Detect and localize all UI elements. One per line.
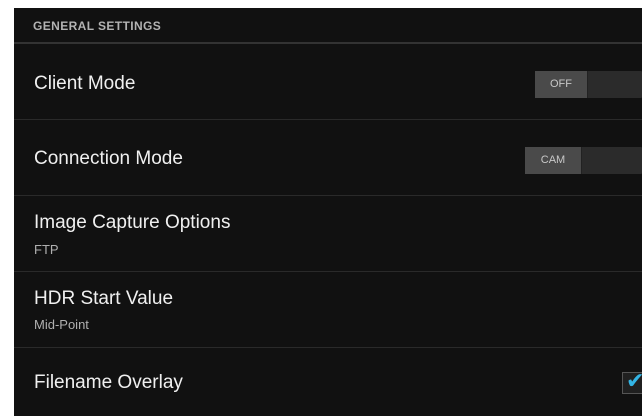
check-icon: ✔ <box>626 368 642 393</box>
settings-screen: GENERAL SETTINGS Client Mode OFF Connect… <box>14 8 642 416</box>
setting-summary: Mid-Point <box>34 317 89 332</box>
toggle-label: OFF <box>535 71 587 98</box>
section-title: GENERAL SETTINGS <box>33 19 162 33</box>
setting-title: HDR Start Value <box>34 288 174 309</box>
setting-title: Image Capture Options <box>34 212 231 233</box>
setting-summary: FTP <box>34 242 59 257</box>
section-header: GENERAL SETTINGS <box>14 8 642 44</box>
setting-title: Connection Mode <box>34 148 183 169</box>
setting-title: Filename Overlay <box>34 372 183 393</box>
setting-image-capture-options[interactable]: Image Capture Options FTP <box>14 196 642 272</box>
setting-client-mode[interactable]: Client Mode OFF <box>14 44 642 120</box>
setting-filename-overlay[interactable]: Filename Overlay ✔ <box>14 348 642 416</box>
setting-hdr-start-value[interactable]: HDR Start Value Mid-Point <box>14 272 642 348</box>
setting-title: Client Mode <box>34 73 136 94</box>
toggle-label: CAM <box>525 147 581 174</box>
filename-overlay-checkbox[interactable]: ✔ <box>622 368 642 394</box>
connection-mode-toggle[interactable]: CAM <box>525 147 642 174</box>
client-mode-toggle[interactable]: OFF <box>535 71 642 98</box>
setting-connection-mode[interactable]: Connection Mode CAM <box>14 120 642 196</box>
